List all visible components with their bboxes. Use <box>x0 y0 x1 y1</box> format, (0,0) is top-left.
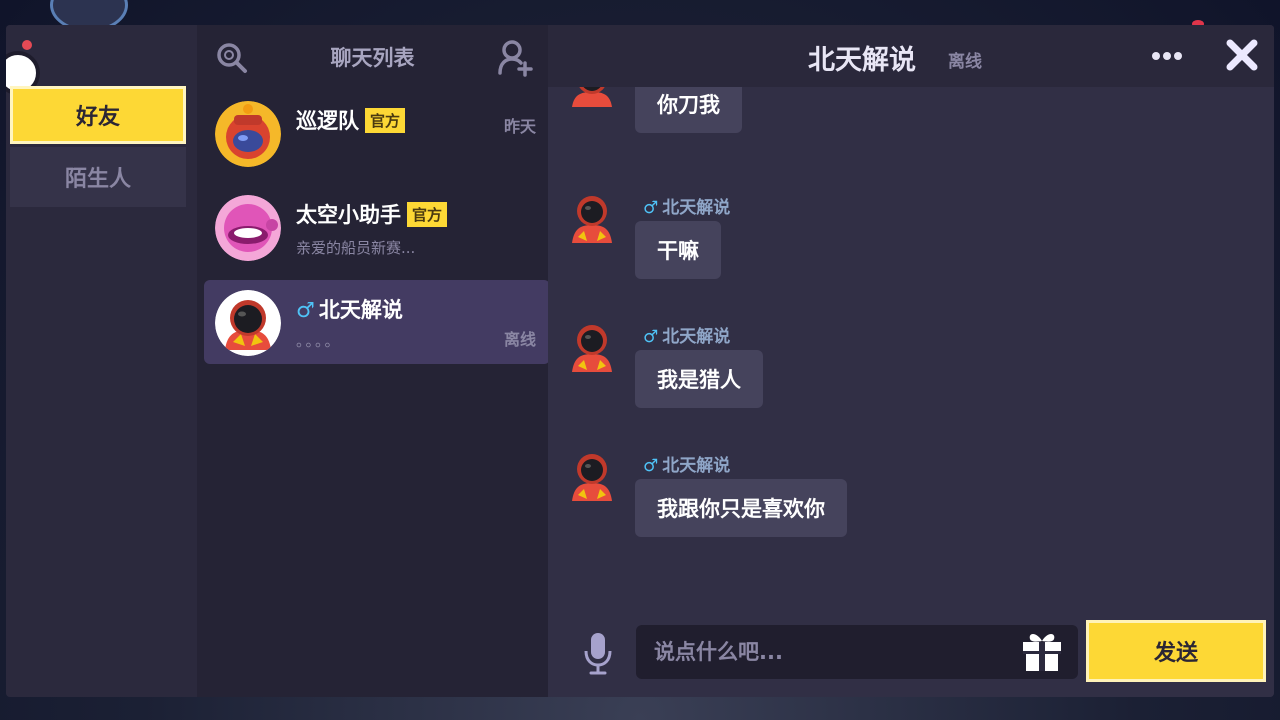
chat-item-beitian[interactable]: ♂ 北天解说 。。。。 离线 <box>204 280 550 364</box>
message-item: ♂ 北天解说 干嘛 <box>548 187 1274 307</box>
message-sender: ♂ 北天解说 <box>643 456 731 476</box>
message-item: ♂ 北天解说 我是猎人 <box>548 316 1274 436</box>
gift-icon[interactable] <box>1020 629 1064 673</box>
male-icon: ♂ <box>643 327 659 347</box>
message-list: 你刀我 ♂ 北天解说 干嘛 ♂ 北天解说 我是猎人 ♂ 北天解说 我跟你只是喜欢… <box>548 87 1274 617</box>
tab-strangers[interactable]: 陌生人 <box>10 147 186 207</box>
chat-name: 巡逻队 官方 <box>296 105 406 135</box>
close-icon[interactable] <box>1224 37 1260 73</box>
message-bubble: 干嘛 <box>635 221 721 279</box>
avatar <box>215 290 281 356</box>
conversation-pane: 北天解说 离线 你刀我 ♂ 北天解说 干嘛 ♂ 北天解说 我是猎人 ♂ 北天解说… <box>548 25 1274 697</box>
chat-preview: 。。。。 <box>296 332 342 350</box>
chat-time: 昨天 <box>503 117 536 136</box>
official-badge: 官方 <box>365 108 406 133</box>
message-composer: 发送 <box>548 617 1274 697</box>
tab-friends[interactable]: 好友 <box>10 86 186 144</box>
male-icon: ♂ <box>296 298 315 322</box>
chat-list: 聊天列表 巡逻队 官方 昨天 太空小助手 官方 亲爱的船员新赛... ♂ 北天解… <box>197 25 550 697</box>
message-input[interactable] <box>636 625 1078 679</box>
message-bubble: 我跟你只是喜欢你 <box>635 479 847 537</box>
notification-dot <box>22 40 32 50</box>
add-user-icon[interactable] <box>497 39 533 77</box>
conversation-status: 离线 <box>948 52 982 72</box>
category-column: 好友 陌生人 <box>6 25 194 697</box>
send-button[interactable]: 发送 <box>1086 620 1266 682</box>
more-icon[interactable] <box>1152 43 1192 67</box>
conversation-header: 北天解说 离线 <box>548 25 1274 87</box>
message-sender: ♂ 北天解说 <box>643 198 731 218</box>
message-item: ♂ 北天解说 我跟你只是喜欢你 <box>548 445 1274 565</box>
avatar <box>215 195 281 261</box>
chat-status: 离线 <box>503 330 536 349</box>
microphone-icon[interactable] <box>582 631 614 675</box>
official-badge: 官方 <box>407 202 448 227</box>
chat-panel: 好友 陌生人 聊天列表 巡逻队 官方 昨天 太空小助手 官方 亲爱的船员新赛..… <box>6 25 1274 697</box>
message-avatar <box>572 87 612 107</box>
male-icon: ♂ <box>643 456 659 476</box>
chat-item-space-assistant[interactable]: 太空小助手 官方 亲爱的船员新赛... <box>204 185 550 269</box>
chat-name: 太空小助手 官方 <box>296 199 448 229</box>
message-item: 你刀我 <box>548 87 1274 177</box>
game-screen: 好友 陌生人 聊天列表 巡逻队 官方 昨天 太空小助手 官方 亲爱的船员新赛..… <box>0 0 1280 720</box>
message-avatar <box>572 454 612 501</box>
chat-list-title: 聊天列表 <box>330 46 415 70</box>
chat-name: ♂ 北天解说 <box>296 298 403 322</box>
chat-item-patrol[interactable]: 巡逻队 官方 昨天 <box>204 91 550 175</box>
chat-list-header: 聊天列表 <box>197 25 548 87</box>
message-avatar <box>572 196 612 243</box>
message-avatar <box>572 325 612 372</box>
message-bubble: 你刀我 <box>635 87 742 133</box>
avatar <box>215 101 281 167</box>
message-sender: ♂ 北天解说 <box>643 327 731 347</box>
conversation-title: 北天解说 <box>808 45 916 76</box>
male-icon: ♂ <box>643 198 659 218</box>
chat-preview: 亲爱的船员新赛... <box>296 239 416 257</box>
message-bubble: 我是猎人 <box>635 350 763 408</box>
